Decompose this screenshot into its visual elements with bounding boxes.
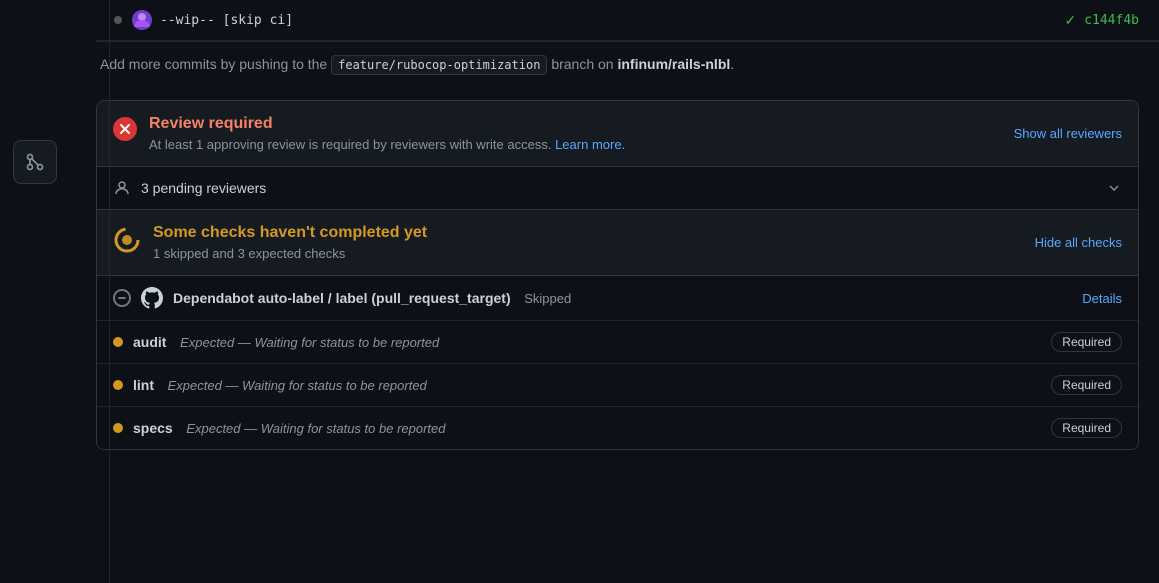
sidebar-git-icon[interactable] bbox=[13, 140, 57, 184]
branch-name: feature/rubocop-optimization bbox=[331, 55, 547, 75]
some-checks-title: Some checks haven't completed yet bbox=[153, 224, 427, 242]
hide-all-checks-link[interactable]: Hide all checks bbox=[1035, 235, 1122, 250]
info-text-section: Add more commits by pushing to the featu… bbox=[96, 42, 1159, 100]
review-required-icon bbox=[113, 117, 137, 141]
repo-name: infinum/rails-nlbl bbox=[617, 56, 730, 72]
audit-check-expected: Expected — Waiting for status to be repo… bbox=[176, 335, 439, 350]
some-checks-text: Some checks haven't completed yet 1 skip… bbox=[153, 224, 427, 261]
loading-spinner-icon bbox=[113, 226, 141, 254]
show-all-reviewers-link[interactable]: Show all reviewers bbox=[1014, 126, 1122, 141]
sidebar bbox=[0, 0, 70, 583]
some-checks-row: Some checks haven't completed yet 1 skip… bbox=[97, 210, 1138, 276]
pending-dot-icon bbox=[113, 380, 123, 390]
check-item-row: Dependabot auto-label / label (pull_requ… bbox=[97, 276, 1138, 321]
pending-dot-icon bbox=[113, 423, 123, 433]
specs-required-badge: Required bbox=[1051, 418, 1122, 438]
some-checks-description: 1 skipped and 3 expected checks bbox=[153, 246, 427, 261]
check-item-row: specs Expected — Waiting for status to b… bbox=[97, 407, 1138, 449]
check-mark-icon: ✓ bbox=[1064, 12, 1076, 29]
audit-required-badge: Required bbox=[1051, 332, 1122, 352]
review-required-description: At least 1 approving review is required … bbox=[149, 137, 625, 152]
specs-check-name: specs bbox=[133, 420, 173, 436]
pending-reviewers-row[interactable]: 3 pending reviewers bbox=[97, 167, 1138, 210]
commit-message: --wip-- [skip ci] bbox=[160, 13, 293, 28]
commit-sha: c144f4b bbox=[1084, 13, 1139, 28]
commit-node bbox=[112, 14, 124, 26]
chevron-down-icon bbox=[1106, 180, 1122, 196]
check-item-row: audit Expected — Waiting for status to b… bbox=[97, 321, 1138, 364]
lint-required-badge: Required bbox=[1051, 375, 1122, 395]
avatar bbox=[132, 10, 152, 30]
pending-dot-icon bbox=[113, 337, 123, 347]
check-item-row: lint Expected — Waiting for status to be… bbox=[97, 364, 1138, 407]
skipped-circle-icon bbox=[113, 289, 131, 307]
learn-more-link[interactable]: Learn more. bbox=[555, 137, 625, 152]
pending-reviewers-label: 3 pending reviewers bbox=[141, 180, 266, 196]
dependabot-check-status: Skipped bbox=[521, 291, 572, 306]
branch-info-text: Add more commits by pushing to the featu… bbox=[100, 56, 1139, 72]
lint-check-expected: Expected — Waiting for status to be repo… bbox=[164, 378, 427, 393]
commit-row: --wip-- [skip ci] ✓ c144f4b bbox=[96, 0, 1159, 41]
lint-check-name: lint bbox=[133, 377, 154, 393]
dependabot-check-name: Dependabot auto-label / label (pull_requ… bbox=[173, 290, 511, 306]
specs-check-expected: Expected — Waiting for status to be repo… bbox=[183, 421, 446, 436]
review-required-text: Review required At least 1 approving rev… bbox=[149, 115, 625, 152]
person-icon bbox=[113, 179, 131, 197]
checks-container: Review required At least 1 approving rev… bbox=[96, 100, 1139, 450]
github-logo-icon bbox=[141, 287, 163, 309]
review-required-row: Review required At least 1 approving rev… bbox=[97, 101, 1138, 167]
audit-check-name: audit bbox=[133, 334, 166, 350]
review-required-title: Review required bbox=[149, 115, 625, 133]
dependabot-details-link[interactable]: Details bbox=[1082, 291, 1122, 306]
